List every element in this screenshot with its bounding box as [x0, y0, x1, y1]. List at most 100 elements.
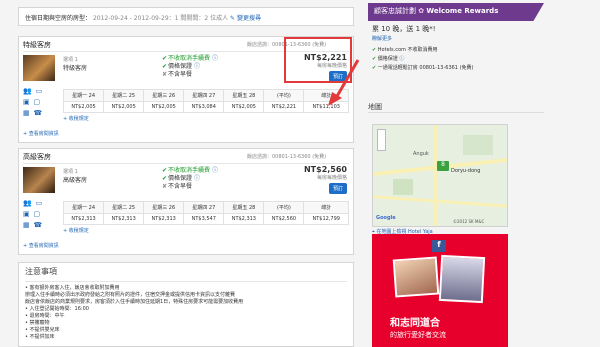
day-header: 星期三 26 — [143, 201, 185, 214]
check-icon: ✔ — [372, 56, 377, 62]
change-search-link[interactable]: 變更搜尋 — [237, 15, 261, 22]
arrow-annotation — [328, 59, 360, 106]
rewards-banner[interactable]: 顧客忠誠計劃 ✿ Welcome Rewards — [368, 3, 544, 21]
day-price: NT$2,005 — [103, 101, 145, 113]
phone-icon: ☎ — [33, 221, 43, 229]
room-info-link[interactable]: 查看房間資訊 — [29, 243, 59, 249]
room-info-link[interactable]: 查看房間資訊 — [29, 131, 59, 137]
bed-icon: ▭ — [35, 199, 43, 207]
zoom-control[interactable] — [377, 129, 386, 151]
google-logo: Google — [376, 215, 396, 221]
room-name-header: 特級客房 — [23, 41, 51, 49]
day-header: 星期五 28 — [223, 201, 265, 214]
promo-photo — [392, 256, 440, 298]
avg-header: (平均) — [263, 201, 305, 214]
day-header: 星期三 26 — [143, 89, 185, 102]
no-breakfast: 不含早餐 — [168, 183, 193, 190]
promo-banner[interactable]: f 和志同道合 的旅行愛好者交流 — [372, 234, 508, 347]
day-header: 星期四 27 — [183, 89, 225, 102]
note-line: • 客有額外房客入住，飯店會收取附加費用 — [25, 285, 120, 291]
promo-photo — [438, 254, 486, 304]
day-header: 星期一 24 — [62, 89, 105, 102]
phone-icon: ☎ — [33, 109, 43, 117]
day-price: NT$2,313 — [223, 213, 265, 225]
learn-more-link[interactable]: 瞭解更多 — [372, 36, 392, 42]
day-header: 星期四 27 — [183, 201, 225, 214]
info-icon[interactable]: ⓘ — [212, 55, 218, 62]
cross-icon: ✘ — [161, 71, 168, 78]
total-price: NT$12,799 — [303, 213, 349, 225]
check-icon: ✔ — [161, 175, 168, 182]
day-price: NT$3,084 — [183, 101, 225, 113]
map-place-label: Anguk — [413, 151, 429, 157]
day-header: 星期二 25 — [103, 89, 145, 102]
avg-price: NT$2,221 — [263, 101, 305, 113]
wifi-icon: ▣ — [23, 98, 30, 106]
total-header: 總計 — [303, 201, 349, 214]
room-thumbnail[interactable] — [23, 55, 55, 81]
note-line: • 退房時間：中午 — [25, 313, 65, 319]
tv-icon: ▢ — [33, 210, 41, 218]
check-icon: ✔ — [372, 65, 377, 71]
room-option-label: 選項 1 — [63, 169, 78, 175]
rewards-brand: Welcome Rewards — [426, 7, 499, 15]
promo-subtitle: 的旅行愛好者交流 — [390, 331, 446, 339]
benefit-item: Hotels.com 不收取消費用 — [377, 47, 438, 53]
check-icon: ✔ — [161, 63, 168, 70]
room-type: 特級客房 — [63, 65, 88, 72]
map-copyright: ©2012 SK M&C — [453, 219, 485, 224]
room-card: 高級客房 飯店諮詢：00801-13-6360 (免費) 👥 ▭ ▣ ▢ ▦ ☎… — [18, 148, 354, 255]
check-icon: ✔ — [372, 47, 377, 53]
room-price: NT$2,560 — [303, 165, 347, 174]
info-icon[interactable]: ⓘ — [212, 167, 218, 174]
rewards-stay-line: 累 10 晚，送 1 晚*! — [372, 25, 436, 33]
room-thumbnail[interactable] — [23, 167, 55, 193]
search-dates: 2012-09-24 - 2012-09-29：1 間開間：2 位成人 — [92, 15, 229, 22]
room-option-label: 選項 1 — [63, 57, 78, 63]
note-line: • 禁攜寵物 — [25, 320, 50, 326]
info-icon[interactable]: ⓘ — [194, 175, 200, 182]
price-note: 每房每晚價格 — [316, 175, 347, 181]
rewards-program-label: 顧客忠誠計劃 — [374, 7, 416, 15]
avg-price: NT$2,560 — [263, 213, 305, 225]
notes-panel: 注意事項 • 客有額外房客入住，飯店會收取附加費用 辦理入住手續時必須出示政府發… — [18, 262, 354, 347]
room-type: 高級客房 — [63, 177, 88, 184]
info-icon[interactable]: ⓘ — [194, 63, 200, 70]
benefit-item: 價格保證 — [377, 56, 398, 62]
free-cancellation: 不收取消手續費 — [168, 167, 211, 174]
tax-link[interactable]: 收稅規定 — [69, 228, 89, 234]
day-price: NT$2,313 — [143, 213, 185, 225]
note-line: 辦理入住手續時必須出示政府發給之附有照片的證件，住宿交押金或提供信用卡資訊以支付… — [25, 292, 236, 298]
free-cancellation: 不收取消手續費 — [168, 55, 211, 62]
rewards-info: 累 10 晚，送 1 晚*! 瞭解更多 ✔ Hotels.com 不收取消費用 … — [372, 22, 544, 73]
check-icon: ✔ — [161, 55, 168, 62]
day-price: NT$2,005 — [62, 101, 105, 113]
day-price: NT$2,313 — [103, 213, 145, 225]
info-icon[interactable]: ⓘ — [399, 56, 404, 62]
hotel-phone: 飯店諮詢：00801-13-6360 (免費) — [247, 154, 327, 160]
day-price: NT$3,547 — [183, 213, 225, 225]
tax-link[interactable]: 收稅規定 — [69, 116, 89, 122]
map-district-label: Doryu-dong — [451, 168, 481, 174]
edit-icon: ✎ — [230, 15, 236, 22]
rewards-icon: ✿ — [418, 7, 425, 15]
map-marker[interactable]: 8 — [437, 161, 449, 171]
note-line: • 不提供嬰兒床 — [25, 327, 60, 333]
facebook-icon: f — [432, 240, 446, 252]
tv-icon: ▢ — [33, 98, 41, 106]
people-icon: 👥 — [23, 199, 32, 207]
note-line: 飯店會依飯店的商業規則要求，房客須於入住手續時加住延期1日，特殊住房要求可能需要… — [25, 299, 244, 305]
day-header: 星期五 28 — [223, 89, 265, 102]
bath-icon: ▦ — [23, 109, 30, 117]
day-header: 星期一 24 — [62, 201, 105, 214]
plus-icon: + — [63, 116, 68, 122]
book-button[interactable]: 預訂 — [328, 183, 347, 194]
promo-tagline: 和志同道合 — [390, 318, 440, 329]
day-price: NT$2,005 — [143, 101, 185, 113]
search-summary-bar: 住宿日期與空房的房型： 2012-09-24 - 2012-09-29：1 間開… — [18, 7, 354, 26]
notes-title: 注意事項 — [25, 267, 57, 276]
check-icon: ✔ — [161, 167, 168, 174]
search-summary-label: 住宿日期與空房的房型： — [25, 15, 92, 22]
avg-header: (平均) — [263, 89, 305, 102]
hotel-map[interactable]: 8 Doryu-dong Anguk Google ©2012 SK M&C — [372, 124, 508, 227]
